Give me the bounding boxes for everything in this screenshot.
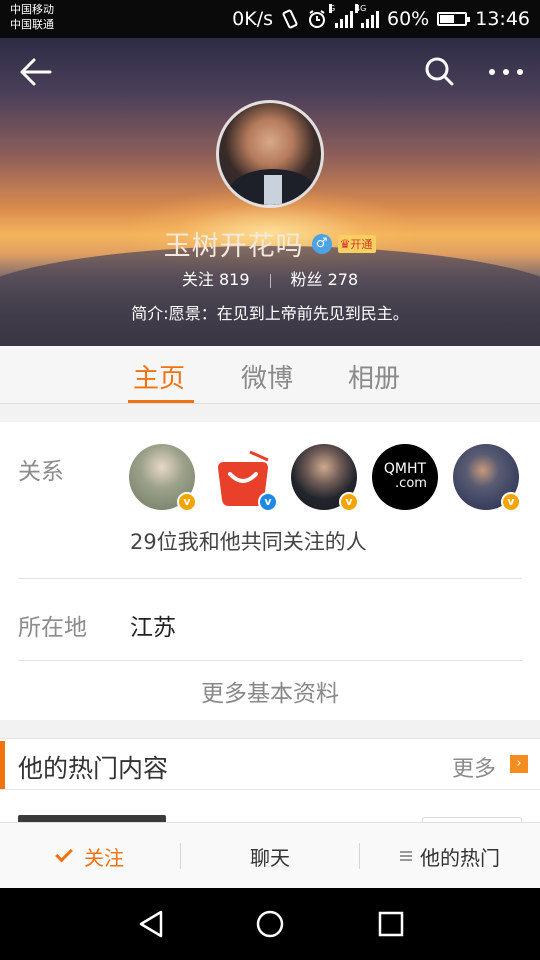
profile-bio: 简介:愿景：在见到上帝前先见到民主。 (131, 304, 409, 323)
nav-recents-icon[interactable] (371, 904, 411, 944)
signal-icon-2: 4G (355, 4, 379, 28)
active-tab-indicator (128, 400, 194, 403)
network-speed: 0K/s (232, 8, 273, 30)
back-arrow-icon[interactable] (14, 52, 58, 92)
hot-content-section: 他的热门内容 更多 › (0, 738, 540, 829)
verified-gold-icon: v (339, 492, 359, 512)
location-label: 所在地 (18, 615, 87, 641)
avatar-4-text: QMHT (383, 461, 427, 477)
info-divider-1 (18, 578, 522, 579)
carrier-info: 中国移动 中国联通 (10, 2, 54, 32)
vip-badge[interactable]: ♛开通 (337, 234, 377, 253)
tab-weibo[interactable]: 微博 (241, 358, 293, 395)
his-hot-label: 他的热门 (420, 845, 500, 870)
status-indicators: 0K/s G 4G 60% 13:46 (232, 4, 530, 32)
following-count: 819 (218, 270, 250, 289)
checkmark-icon (55, 844, 73, 862)
nav-home-icon[interactable] (250, 904, 290, 944)
following-stat[interactable]: 关注 819 (182, 270, 250, 289)
fans-label: 粉丝 (290, 270, 323, 289)
profile-header: 玉树开花吗 ♂ ♛开通 关注 819 粉丝 278 简介:愿景：在见到上帝前先见到民主… (0, 38, 540, 346)
follow-button[interactable]: 关注 (0, 823, 180, 889)
search-icon[interactable] (418, 52, 462, 92)
more-options-icon[interactable] (484, 52, 528, 92)
relation-label: 关系 (18, 459, 64, 485)
signal-icon-1: G (329, 4, 353, 28)
follow-label: 关注 (84, 845, 124, 870)
mutual-friend-avatar-2[interactable]: v (210, 444, 278, 512)
following-label: 关注 (181, 270, 214, 289)
system-nav-bar (0, 888, 540, 960)
follow-stats: 关注 819 粉丝 278 (0, 266, 540, 290)
name-row: 玉树开花吗 ♂ ♛开通 (0, 224, 540, 263)
hot-content-title: 他的热门内容 (18, 754, 169, 783)
mutual-friend-avatar-5[interactable]: v (453, 444, 521, 512)
mutual-friend-avatar-3[interactable]: v (291, 444, 359, 512)
verified-blue-icon: v (258, 492, 278, 512)
location-value: 江苏 (130, 615, 176, 641)
vip-label: 开通 (350, 237, 373, 251)
vibrate-icon (282, 9, 298, 29)
avatar-4-subtext: .com (395, 476, 427, 491)
chevron-right-icon[interactable]: › (510, 755, 528, 773)
more-info-button[interactable]: 更多基本资料 (0, 674, 540, 708)
profile-name: 玉树开花吗 (163, 231, 304, 262)
signal-1-tag: G (329, 4, 336, 13)
alarm-icon (309, 10, 325, 28)
battery-percent: 60% (387, 8, 430, 30)
verified-gold-icon: v (501, 492, 521, 512)
hot-divider (0, 789, 540, 790)
crown-icon: ♛ (339, 236, 351, 251)
verified-gold-icon: v (177, 492, 197, 512)
tab-home[interactable]: 主页 (133, 358, 185, 395)
stats-divider (269, 273, 271, 288)
profile-tabs: 主页 微博 相册 (0, 346, 540, 404)
battery-icon (437, 12, 471, 26)
carrier-1: 中国移动 (10, 3, 54, 16)
tab-album[interactable]: 相册 (348, 358, 400, 395)
fans-count: 278 (327, 270, 359, 289)
his-hot-button[interactable]: 他的热门 (360, 823, 540, 889)
clock: 13:46 (475, 8, 530, 30)
hot-more-link[interactable]: 更多 (452, 751, 496, 783)
signal-2-tag: 4G (355, 4, 367, 13)
chat-button[interactable]: 聊天 (180, 823, 360, 889)
section-accent-bar (0, 741, 5, 789)
info-card: 关系 v v v QMHT .com v 29位我和他共同关注的人 所在地 江苏… (0, 422, 540, 720)
male-gender-icon: ♂ (311, 233, 332, 254)
menu-icon (400, 849, 412, 863)
nav-back-icon[interactable] (131, 904, 171, 944)
profile-avatar[interactable] (216, 100, 324, 208)
mutual-follow-text[interactable]: 29位我和他共同关注的人 (130, 526, 367, 556)
mutual-friend-avatar-1[interactable]: v (129, 444, 197, 512)
chat-label: 聊天 (250, 845, 290, 870)
info-divider-2 (18, 660, 522, 661)
mutual-friend-avatar-4[interactable]: QMHT .com (372, 444, 438, 510)
avatar-shirt (264, 175, 282, 205)
fans-stat[interactable]: 粉丝 278 (291, 270, 359, 289)
bottom-action-bar: 关注 聊天 他的热门 (0, 822, 540, 888)
carrier-2: 中国联通 (10, 18, 54, 31)
status-bar: 中国移动 中国联通 0K/s G 4G 60% 13:46 (0, 0, 540, 38)
